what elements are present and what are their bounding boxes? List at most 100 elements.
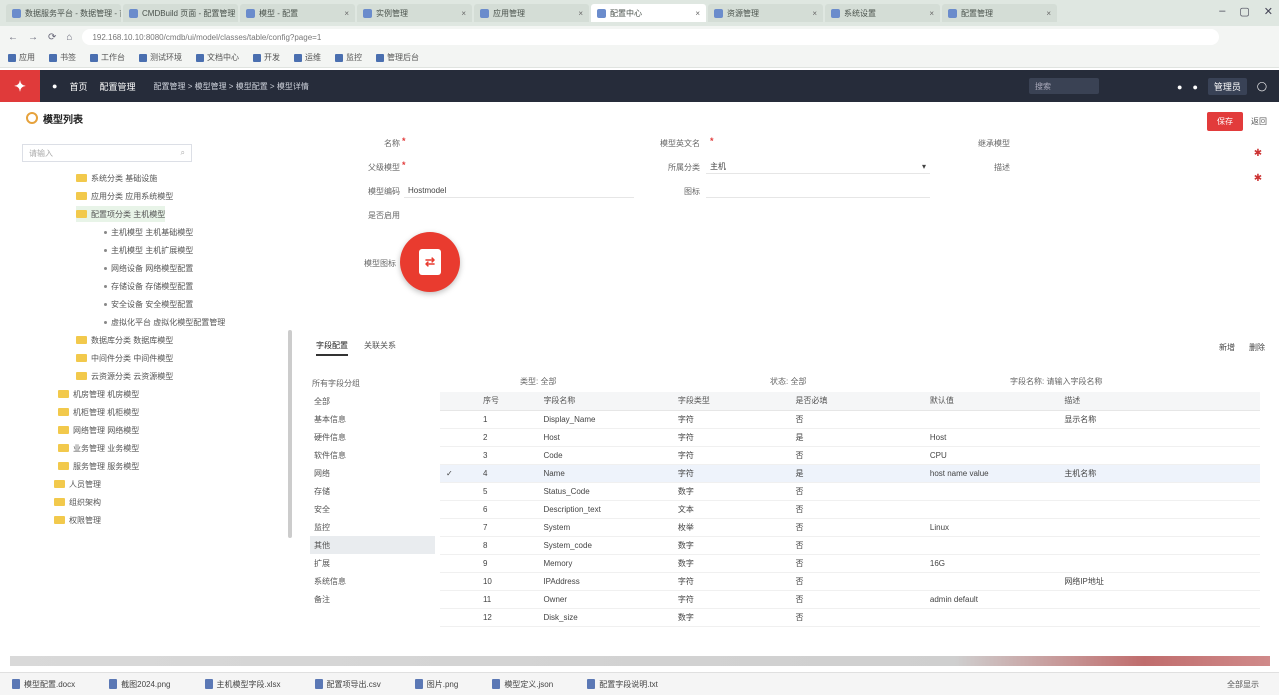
row-checkbox[interactable] xyxy=(440,446,477,465)
row-checkbox[interactable] xyxy=(440,410,477,429)
category-select[interactable]: 主机 ▾ xyxy=(706,160,930,174)
download-item[interactable]: 模型定义.json xyxy=(492,679,553,690)
show-all-downloads-button[interactable]: 全部显示 xyxy=(1227,679,1259,690)
nav-item-config[interactable]: 配置管理 xyxy=(99,80,135,93)
filter-name[interactable]: 字段名称: 请输入字段名称 xyxy=(1010,376,1102,387)
download-item[interactable]: 配置项导出.csv xyxy=(314,679,381,690)
table-row[interactable]: 12 Disk_size 数字否 xyxy=(440,608,1260,627)
browser-tab[interactable]: 资源管理 × xyxy=(708,4,823,22)
table-row[interactable]: 7 System 枚举否 Linux xyxy=(440,518,1260,537)
row-checkbox[interactable] xyxy=(440,482,477,501)
tree-node[interactable]: 服务管理 服务模型 xyxy=(58,458,139,474)
row-checkbox[interactable] xyxy=(440,608,477,627)
download-item[interactable]: 图片.png xyxy=(414,679,458,690)
tree-node[interactable]: 主机模型 主机基础模型 xyxy=(104,224,193,240)
bell-icon[interactable]: ● xyxy=(1177,82,1182,92)
tree-node[interactable]: 主机模型 主机扩展模型 xyxy=(104,242,193,258)
search-icon[interactable]: ⌕ xyxy=(181,148,185,158)
tree-node[interactable]: 业务管理 业务模型 xyxy=(58,440,139,456)
bookmark-item[interactable]: 管理后台 xyxy=(376,52,419,63)
maximize-icon[interactable]: ▢ xyxy=(1239,5,1249,18)
tree-node[interactable]: 网络设备 网络模型配置 xyxy=(104,260,193,276)
field-group-item[interactable]: 软件信息 xyxy=(310,446,435,464)
tree-node[interactable]: 配置项分类 主机模型 xyxy=(76,206,166,222)
table-header-cell[interactable]: 是否必填 xyxy=(789,392,924,411)
reload-icon[interactable]: ⟳ xyxy=(48,32,56,43)
bookmark-item[interactable]: 应用 xyxy=(8,52,35,63)
menu-icon[interactable]: ● xyxy=(52,81,57,91)
field-group-item[interactable]: 全部 xyxy=(310,392,435,410)
browser-tab[interactable]: 配置中心 × xyxy=(591,4,706,22)
bookmark-item[interactable]: 测试环境 xyxy=(139,52,182,63)
row-checkbox[interactable]: ✓ xyxy=(440,464,477,483)
table-row[interactable]: 11 Owner 字符否 admin default xyxy=(440,590,1260,609)
download-item[interactable]: 配置字段说明.txt xyxy=(587,679,658,690)
tab-relations[interactable]: 关联关系 xyxy=(364,340,396,356)
global-search-input[interactable]: 搜索 xyxy=(1029,78,1099,94)
table-row[interactable]: ✓ 4 Name 字符是 host name value 主机名称 xyxy=(440,464,1260,483)
save-button[interactable]: 保存 xyxy=(1207,112,1243,131)
table-row[interactable]: 10 IPAddress 字符否 网络IP地址 xyxy=(440,572,1260,591)
bookmark-item[interactable]: 工作台 xyxy=(90,52,125,63)
row-checkbox[interactable] xyxy=(440,536,477,555)
nav-item-home[interactable]: 首页 xyxy=(69,80,87,93)
browser-tab[interactable]: 模型 - 配置 × xyxy=(240,4,355,22)
field-group-item[interactable]: 系统信息 xyxy=(310,572,435,590)
close-icon[interactable]: ✕ xyxy=(1264,5,1273,18)
icon-input[interactable] xyxy=(706,184,930,198)
table-header-cell[interactable]: 默认值 xyxy=(923,392,1059,411)
row-checkbox[interactable] xyxy=(440,590,477,609)
tree-node[interactable]: 机柜管理 机柜模型 xyxy=(58,404,139,420)
tree-node[interactable]: 虚拟化平台 虚拟化模型配置管理 xyxy=(104,314,225,330)
delete-icon[interactable]: ✱ xyxy=(1254,173,1262,184)
row-checkbox[interactable] xyxy=(440,518,477,537)
tree-node[interactable]: 应用分类 应用系统模型 xyxy=(76,188,173,204)
minimize-icon[interactable]: – xyxy=(1219,5,1225,18)
table-row[interactable]: 1 Display_Name 字符否 显示名称 xyxy=(440,410,1260,429)
table-header-cell[interactable]: 字段类型 xyxy=(671,392,790,411)
forward-icon[interactable]: → xyxy=(28,32,38,43)
row-checkbox[interactable] xyxy=(440,572,477,591)
bookmark-item[interactable]: 监控 xyxy=(335,52,362,63)
bookmark-item[interactable]: 开发 xyxy=(253,52,280,63)
field-group-item[interactable]: 存储 xyxy=(310,482,435,500)
tree-node[interactable]: 安全设备 安全模型配置 xyxy=(104,296,193,312)
filter-status[interactable]: 状态: 全部 xyxy=(770,376,806,387)
tree-node[interactable]: 权限管理 xyxy=(54,512,101,528)
model-icon-picker[interactable]: ⇄ xyxy=(400,232,460,292)
close-tab-icon[interactable]: × xyxy=(695,9,700,18)
field-group-item[interactable]: 网络 xyxy=(310,464,435,482)
browser-tab[interactable]: 应用管理 × xyxy=(474,4,589,22)
browser-tab[interactable]: 数据服务平台 - 数据管理 - 首页× xyxy=(6,4,121,22)
browser-tab[interactable]: CMDBuild 页面 - 配置管理× xyxy=(123,4,238,22)
table-row[interactable]: 9 Memory 数字否 16G xyxy=(440,554,1260,573)
tree-node[interactable]: 存储设备 存储模型配置 xyxy=(104,278,193,294)
tree-node[interactable]: 中间件分类 中间件模型 xyxy=(76,350,173,366)
table-header-cell[interactable]: 序号 xyxy=(476,392,538,411)
table-header-cell[interactable]: 字段名称 xyxy=(537,392,672,411)
sidebar-search-input[interactable]: 请输入 ⌕ xyxy=(22,144,192,162)
back-icon[interactable]: ← xyxy=(8,32,18,43)
tree-node[interactable]: 系统分类 基础设施 xyxy=(76,170,157,186)
close-tab-icon[interactable]: × xyxy=(344,9,349,18)
browser-tab[interactable]: 实例管理 × xyxy=(357,4,472,22)
table-row[interactable]: 8 System_code 数字否 xyxy=(440,536,1260,555)
close-tab-icon[interactable]: × xyxy=(578,9,583,18)
browser-tab[interactable]: 系统设置 × xyxy=(825,4,940,22)
row-checkbox[interactable] xyxy=(440,428,477,447)
close-tab-icon[interactable]: × xyxy=(929,9,934,18)
field-group-item[interactable]: 其他 xyxy=(310,536,435,554)
tree-node[interactable]: 数据库分类 数据库模型 xyxy=(76,332,173,348)
table-row[interactable]: 2 Host 字符是 Host xyxy=(440,428,1260,447)
download-item[interactable]: 主机模型字段.xlsx xyxy=(204,679,281,690)
tree-node[interactable]: 人员管理 xyxy=(54,476,101,492)
help-icon[interactable]: ● xyxy=(1192,82,1197,92)
tree-node[interactable]: 组织架构 xyxy=(54,494,101,510)
field-group-item[interactable]: 监控 xyxy=(310,518,435,536)
close-tab-icon[interactable]: × xyxy=(1046,9,1051,18)
tree-node[interactable]: 云资源分类 云资源模型 xyxy=(76,368,173,384)
horizontal-scrollbar[interactable] xyxy=(10,656,1270,666)
settings-icon[interactable]: ✱ xyxy=(1254,148,1262,159)
bookmark-item[interactable]: 书签 xyxy=(49,52,76,63)
table-row[interactable]: 6 Description_text 文本否 xyxy=(440,500,1260,519)
